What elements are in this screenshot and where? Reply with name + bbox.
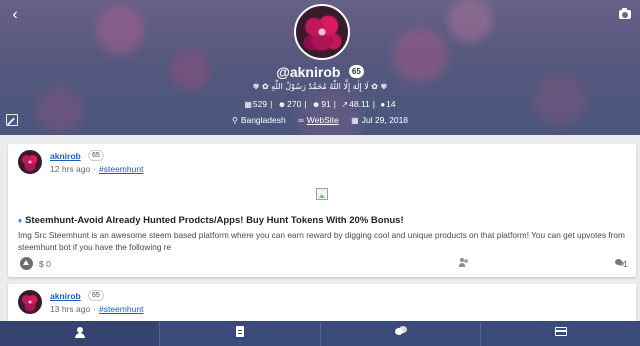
bottom-navigation	[0, 321, 640, 346]
post-actions: $ 0 1	[8, 256, 636, 272]
profile-username: @aknirob	[276, 63, 341, 80]
post-card[interactable]: aknirob 65 13 hrs ago · #steemhunt	[8, 284, 636, 321]
location: ⚲ Bangladesh	[231, 115, 286, 125]
post-reputation-badge: 65	[88, 150, 104, 161]
post-card[interactable]: aknirob 65 12 hrs ago · #steemhunt ♦ Steemh…	[8, 144, 636, 277]
post-author-avatar[interactable]	[18, 290, 42, 314]
stat-trend: ↗48.11	[341, 99, 370, 109]
post-time-row: 13 hrs ago · #steemhunt	[50, 304, 144, 314]
profile-meta: ⚲ Bangladesh ∞ WebSite ▦ Jul 29, 2018	[0, 115, 640, 125]
post-tag-link[interactable]: #steemhunt	[99, 164, 143, 174]
chat-icon	[394, 326, 407, 337]
stat-followers[interactable]: ☻270	[278, 99, 302, 109]
back-arrow-icon[interactable]: ‹	[6, 6, 24, 24]
steem-drop-icon: ♦	[18, 216, 23, 225]
camera-icon[interactable]	[618, 7, 634, 21]
post-reputation-badge: 65	[88, 290, 104, 301]
profile-name-row: @aknirob 65	[0, 63, 640, 81]
stat-steem: ●14	[380, 99, 396, 109]
comments-tab[interactable]	[321, 321, 481, 346]
calendar-icon: ▦	[351, 116, 359, 125]
link-icon: ∞	[298, 116, 304, 125]
post-time-row: 12 hrs ago · #steemhunt	[50, 164, 144, 174]
post-title[interactable]: ♦ Steemhunt-Avoid Already Hunted Prodcts/…	[18, 215, 404, 226]
profile-stats: ▦529 | ☻270 | ☻91 | ↗48.11 | ●14	[244, 99, 396, 109]
document-icon	[236, 326, 245, 337]
profile-about: ✾ ✿ لَا إِلٰهَ إِلَّا اللّٰهُ مُحَمَّدٌ …	[252, 82, 388, 91]
post-feed[interactable]: aknirob 65 12 hrs ago · #steemhunt ♦ Steemh…	[0, 135, 640, 321]
website: ∞ WebSite	[298, 115, 339, 125]
steem-icon: ●	[380, 100, 386, 109]
stat-following[interactable]: ☻91	[312, 99, 331, 109]
post-image-icon	[316, 188, 328, 200]
stat-posts: ▦529	[244, 99, 268, 109]
wallet-tab[interactable]	[481, 321, 640, 346]
profile-cover: ‹ @aknirob 65 ✾ ✿ لَا إِلٰهَ إِلَّا اللّ…	[0, 0, 640, 135]
wallet-icon	[554, 327, 567, 336]
reputation-badge: 65	[348, 65, 364, 79]
upvote-icon[interactable]	[20, 257, 33, 270]
trend-icon: ↗	[341, 100, 349, 109]
profile-tab[interactable]	[0, 321, 161, 346]
voters-icon[interactable]	[459, 258, 469, 268]
joined-date: ▦ Jul 29, 2018	[351, 115, 409, 125]
post-author-link[interactable]: aknirob	[50, 151, 81, 161]
following-icon: ☻	[311, 100, 321, 109]
post-tag-link[interactable]: #steemhunt	[99, 304, 143, 314]
followers-icon: ☻	[277, 100, 287, 109]
posts-tab[interactable]	[160, 321, 321, 346]
posts-icon: ▦	[244, 100, 252, 109]
post-timestamp: 13 hrs ago	[50, 304, 91, 314]
comment-count[interactable]: 1	[623, 259, 628, 269]
post-timestamp: 12 hrs ago	[50, 164, 91, 174]
website-link[interactable]: WebSite	[307, 115, 339, 125]
post-author-avatar[interactable]	[18, 150, 42, 174]
user-icon	[75, 327, 85, 338]
post-excerpt[interactable]: Img Src Steemhunt is an awesome steem ba…	[18, 230, 628, 253]
location-pin-icon: ⚲	[231, 116, 238, 125]
post-payout[interactable]: $ 0	[39, 259, 51, 269]
profile-avatar	[294, 4, 350, 60]
post-author-link[interactable]: aknirob	[50, 291, 81, 301]
